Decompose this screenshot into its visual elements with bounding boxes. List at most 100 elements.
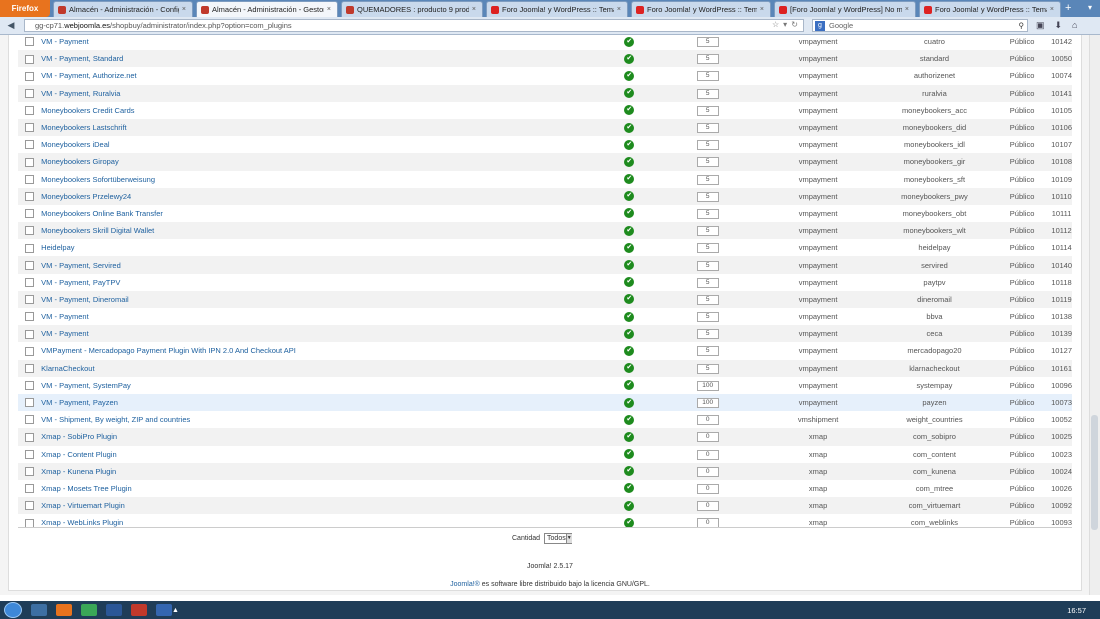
plugin-name-link[interactable]: VM - Payment, SystemPay	[41, 381, 131, 390]
row-checkbox[interactable]	[25, 415, 35, 425]
plugin-name-link[interactable]: Moneybookers Giropay	[41, 157, 119, 166]
plugin-name-link[interactable]: Moneybookers Online Bank Transfer	[41, 209, 163, 218]
close-tab-icon[interactable]: ×	[905, 6, 909, 13]
ordering-input[interactable]: 100	[696, 380, 719, 391]
browser-tab[interactable]: Almacén - Administración - Gestor... ×	[196, 1, 338, 17]
enabled-check-icon[interactable]: ✔	[624, 260, 635, 271]
row-checkbox[interactable]	[25, 106, 35, 116]
row-checkbox[interactable]	[25, 123, 35, 133]
row-checkbox[interactable]	[25, 295, 35, 305]
scrollbar-thumb[interactable]	[1091, 415, 1098, 530]
ordering-input[interactable]: 0	[696, 415, 719, 426]
close-tab-icon[interactable]: ×	[760, 6, 764, 13]
photoshop-icon[interactable]	[156, 604, 172, 616]
row-checkbox[interactable]	[25, 467, 35, 477]
plugin-name-link[interactable]: Moneybookers iDeal	[41, 140, 109, 149]
browser-tab[interactable]: Foro Joomla! y WordPress :: Tema:...×	[486, 1, 628, 17]
plugin-name-link[interactable]: Moneybookers Skrill Digital Wallet	[41, 226, 154, 235]
browser-tab[interactable]: Foro Joomla! y WordPress :: Tema:...×	[631, 1, 771, 17]
row-checkbox[interactable]	[25, 174, 35, 184]
ordering-input[interactable]: 5	[696, 208, 719, 219]
plugin-name-link[interactable]: Moneybookers Przelewy24	[41, 192, 131, 201]
plugin-name-link[interactable]: VM - Shipment, By weight, ZIP and countr…	[41, 415, 190, 424]
ordering-input[interactable]: 5	[696, 312, 719, 323]
row-checkbox[interactable]	[25, 192, 35, 202]
plugin-name-link[interactable]: Moneybookers Lastschrift	[41, 123, 126, 132]
row-checkbox[interactable]	[25, 329, 35, 339]
enabled-check-icon[interactable]: ✔	[624, 53, 635, 64]
ordering-input[interactable]: 0	[696, 432, 719, 443]
plugin-name-link[interactable]: VM - Payment, Ruralvia	[41, 89, 120, 98]
bookmark-star-icon[interactable]: ☆▾↻	[772, 20, 802, 29]
row-checkbox[interactable]	[25, 449, 35, 459]
row-checkbox[interactable]	[25, 398, 35, 408]
row-checkbox[interactable]	[25, 243, 35, 253]
firefox-icon[interactable]	[56, 604, 72, 616]
ordering-input[interactable]: 0	[696, 501, 719, 512]
browser-tab[interactable]: Almacén - Administración - Config... ×	[53, 1, 193, 17]
row-checkbox[interactable]	[25, 501, 35, 511]
enabled-check-icon[interactable]: ✔	[624, 294, 635, 305]
close-tab-icon[interactable]: ×	[472, 6, 476, 13]
plugin-name-link[interactable]: VM - Payment, Payzen	[41, 398, 118, 407]
row-checkbox[interactable]	[25, 484, 35, 494]
back-arrow-icon[interactable]: ◀	[4, 19, 18, 32]
ordering-input[interactable]: 5	[696, 243, 719, 254]
plugin-name-link[interactable]: Xmap - Virtuemart Plugin	[41, 501, 125, 510]
ordering-input[interactable]: 5	[696, 329, 719, 340]
ordering-input[interactable]: 0	[696, 466, 719, 477]
close-tab-icon[interactable]: ×	[182, 6, 186, 13]
enabled-check-icon[interactable]: ✔	[624, 156, 635, 167]
ordering-input[interactable]: 5	[696, 54, 719, 65]
filezilla-icon[interactable]	[131, 604, 147, 616]
enabled-check-icon[interactable]: ✔	[624, 139, 635, 150]
plugin-name-link[interactable]: VMPayment - Mercadopago Payment Plugin W…	[41, 346, 296, 355]
enabled-check-icon[interactable]: ✔	[624, 105, 635, 116]
chrome-icon[interactable]	[81, 604, 97, 616]
ordering-input[interactable]: 0	[696, 483, 719, 494]
ordering-input[interactable]: 5	[696, 363, 719, 374]
row-checkbox[interactable]	[25, 277, 35, 287]
enabled-check-icon[interactable]: ✔	[624, 225, 635, 236]
row-checkbox[interactable]	[25, 346, 35, 356]
start-button[interactable]	[4, 602, 22, 618]
ordering-input[interactable]: 5	[696, 294, 719, 305]
enabled-check-icon[interactable]: ✔	[624, 345, 635, 356]
ordering-input[interactable]: 5	[696, 157, 719, 168]
address-bar[interactable]: gg-cp71. webjoomla.es/shopbuy/administrat…	[24, 19, 804, 32]
ordering-input[interactable]: 5	[696, 71, 719, 82]
row-checkbox[interactable]	[25, 88, 35, 98]
plugin-name-link[interactable]: VM - Payment	[41, 37, 89, 46]
enabled-check-icon[interactable]: ✔	[624, 36, 635, 47]
plugin-name-link[interactable]: Moneybookers Credit Cards	[41, 106, 134, 115]
enabled-check-icon[interactable]: ✔	[624, 431, 635, 442]
search-icon[interactable]: ⚲	[1019, 21, 1025, 30]
row-checkbox[interactable]	[25, 71, 35, 81]
plugin-name-link[interactable]: Xmap - SobiPro Plugin	[41, 432, 117, 441]
enabled-check-icon[interactable]: ✔	[624, 122, 635, 133]
enabled-check-icon[interactable]: ✔	[624, 414, 635, 425]
enabled-check-icon[interactable]: ✔	[624, 363, 635, 374]
enabled-check-icon[interactable]: ✔	[624, 277, 635, 288]
enabled-check-icon[interactable]: ✔	[624, 242, 635, 253]
close-tab-icon[interactable]: ×	[1050, 6, 1054, 13]
row-checkbox[interactable]	[25, 157, 35, 167]
tray-flag-icon[interactable]: ▲	[172, 607, 179, 614]
ordering-input[interactable]: 100	[696, 398, 719, 409]
plugin-name-link[interactable]: VM - Payment	[41, 329, 89, 338]
enabled-check-icon[interactable]: ✔	[624, 449, 635, 460]
new-tab-icon[interactable]: +	[1065, 0, 1071, 17]
joomla-link[interactable]: Joomla!®	[450, 581, 480, 588]
row-checkbox[interactable]	[25, 312, 35, 322]
row-checkbox[interactable]	[25, 381, 35, 391]
ordering-input[interactable]: 5	[696, 88, 719, 99]
ordering-input[interactable]: 5	[696, 277, 719, 288]
plugin-name-link[interactable]: VM - Payment, Standard	[41, 54, 123, 63]
enabled-check-icon[interactable]: ✔	[624, 208, 635, 219]
limit-select[interactable]: Todos ▼	[544, 533, 573, 544]
enabled-check-icon[interactable]: ✔	[624, 328, 635, 339]
ordering-input[interactable]: 5	[696, 140, 719, 151]
list-all-tabs-icon[interactable]: ▾	[1088, 0, 1092, 17]
plugin-name-link[interactable]: VM - Payment	[41, 312, 89, 321]
row-checkbox[interactable]	[25, 363, 35, 373]
